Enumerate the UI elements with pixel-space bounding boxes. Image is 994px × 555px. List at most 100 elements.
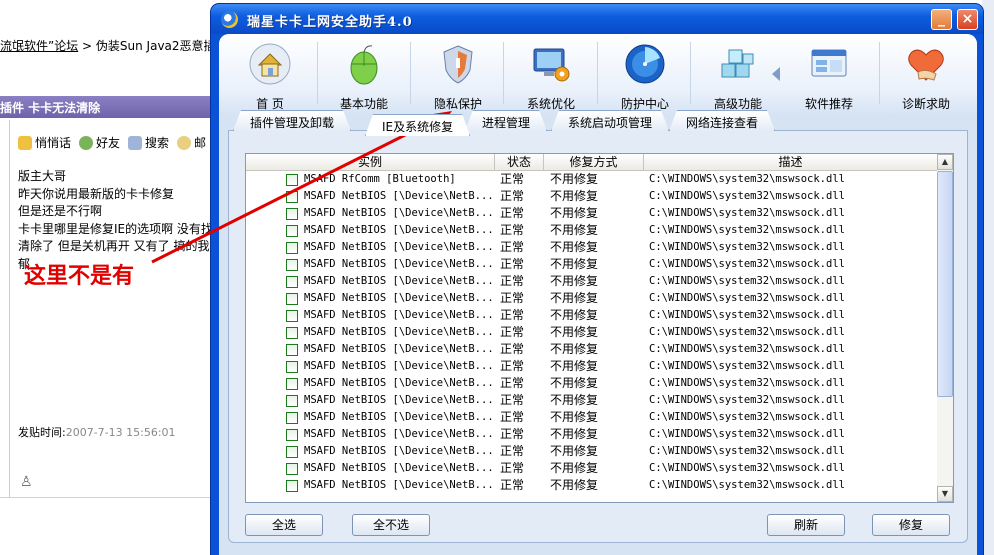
tab-3[interactable]: 系统启动项管理 bbox=[551, 110, 669, 131]
row-checkbox[interactable] bbox=[286, 242, 298, 254]
tab-0[interactable]: 插件管理及卸载 bbox=[233, 110, 351, 131]
mail-action[interactable]: 邮 bbox=[177, 134, 206, 151]
row-instance: MSAFD NetBIOS [\Device\NetB... bbox=[304, 241, 494, 253]
toolbar-label: 隐私保护 bbox=[433, 97, 482, 111]
row-description: C:\WINDOWS\system32\mswsock.dll bbox=[649, 411, 845, 423]
toolbar-scroll-left-icon[interactable] bbox=[772, 67, 780, 81]
scroll-thumb[interactable] bbox=[937, 171, 953, 397]
row-checkbox[interactable] bbox=[286, 191, 298, 203]
column-fix[interactable]: 修复方式 bbox=[544, 154, 644, 171]
heart-hand-icon bbox=[908, 49, 944, 81]
tab-2[interactable]: 进程管理 bbox=[465, 110, 547, 131]
row-instance: MSAFD NetBIOS [\Device\NetB... bbox=[304, 343, 494, 355]
table-row[interactable]: MSAFD NetBIOS [\Device\NetB... 正常 不用修复 C:\W… bbox=[246, 460, 937, 477]
repair-button[interactable]: 修复 bbox=[872, 514, 950, 536]
table-row[interactable]: MSAFD NetBIOS [\Device\NetB... 正常 不用修复 C:\W… bbox=[246, 307, 937, 324]
row-status: 正常 bbox=[500, 393, 525, 407]
row-fix-method: 不用修复 bbox=[550, 376, 599, 390]
select-none-button[interactable]: 全不选 bbox=[352, 514, 430, 536]
whisper-action[interactable]: 悄悄话 bbox=[18, 134, 71, 151]
row-fix-method: 不用修复 bbox=[550, 172, 599, 186]
table-row[interactable]: MSAFD NetBIOS [\Device\NetB... 正常 不用修复 C:\W… bbox=[246, 443, 937, 460]
table-row[interactable]: MSAFD NetBIOS [\Device\NetB... 正常 不用修复 C:\W… bbox=[246, 409, 937, 426]
row-fix-method: 不用修复 bbox=[550, 444, 599, 458]
toolbar-home[interactable]: 首 页 bbox=[227, 40, 313, 112]
tab-4[interactable]: 网络连接查看 bbox=[669, 110, 775, 131]
row-checkbox[interactable] bbox=[286, 174, 298, 186]
vertical-scrollbar[interactable]: ▲ ▼ bbox=[937, 154, 953, 502]
friend-action[interactable]: 好友 bbox=[79, 134, 120, 151]
table-row[interactable]: MSAFD NetBIOS [\Device\NetB... 正常 不用修复 C:\W… bbox=[246, 205, 937, 222]
table-row[interactable]: MSAFD NetBIOS [\Device\NetB... 正常 不用修复 C:\W… bbox=[246, 273, 937, 290]
column-instance[interactable]: 实例 bbox=[246, 154, 495, 171]
search-action[interactable]: 搜索 bbox=[128, 134, 169, 151]
table-row[interactable]: MSAFD NetBIOS [\Device\NetB... 正常 不用修复 C:\W… bbox=[246, 239, 937, 256]
minimize-button[interactable]: _ bbox=[931, 9, 952, 30]
row-checkbox[interactable] bbox=[286, 378, 298, 390]
toolbar-advanced[interactable]: 高级功能 bbox=[695, 40, 781, 112]
row-checkbox[interactable] bbox=[286, 463, 298, 475]
table-row[interactable]: MSAFD NetBIOS [\Device\NetB... 正常 不用修复 C:\W… bbox=[246, 477, 937, 494]
row-checkbox[interactable] bbox=[286, 310, 298, 322]
select-all-button[interactable]: 全选 bbox=[245, 514, 323, 536]
row-checkbox[interactable] bbox=[286, 208, 298, 220]
row-status: 正常 bbox=[500, 427, 525, 441]
table-row[interactable]: MSAFD NetBIOS [\Device\NetB... 正常 不用修复 C:\W… bbox=[246, 375, 937, 392]
row-status: 正常 bbox=[500, 240, 525, 254]
row-status: 正常 bbox=[500, 325, 525, 339]
toolbar-separator bbox=[879, 42, 880, 104]
table-row[interactable]: MSAFD NetBIOS [\Device\NetB... 正常 不用修复 C:\W… bbox=[246, 392, 937, 409]
table-row[interactable]: MSAFD NetBIOS [\Device\NetB... 正常 不用修复 C:\W… bbox=[246, 341, 937, 358]
row-checkbox[interactable] bbox=[286, 259, 298, 271]
row-checkbox[interactable] bbox=[286, 327, 298, 339]
row-checkbox[interactable] bbox=[286, 276, 298, 288]
row-checkbox[interactable] bbox=[286, 344, 298, 356]
close-button[interactable]: × bbox=[957, 9, 978, 30]
monitor-gear-icon bbox=[533, 48, 570, 82]
breadcrumb-link[interactable]: 流氓软件”论坛 bbox=[0, 39, 78, 53]
table-row[interactable]: MSAFD NetBIOS [\Device\NetB... 正常 不用修复 C:\W… bbox=[246, 188, 937, 205]
table-row[interactable]: MSAFD NetBIOS [\Device\NetB... 正常 不用修复 C:\W… bbox=[246, 222, 937, 239]
table-row[interactable]: MSAFD RfComm [Bluetooth] 正常 不用修复 C:\WINDOWS… bbox=[246, 171, 937, 188]
row-status: 正常 bbox=[500, 410, 525, 424]
breadcrumb: 流氓软件”论坛 > 伪装Sun Java2恶意插 bbox=[0, 37, 216, 54]
tab-1[interactable]: IE及系统修复 bbox=[365, 114, 470, 136]
toolbar-help[interactable]: 诊断求助 bbox=[883, 40, 969, 112]
row-description: C:\WINDOWS\system32\mswsock.dll bbox=[649, 394, 845, 406]
table-row[interactable]: MSAFD NetBIOS [\Device\NetB... 正常 不用修复 C:\W… bbox=[246, 358, 937, 375]
refresh-button[interactable]: 刷新 bbox=[767, 514, 845, 536]
column-status[interactable]: 状态 bbox=[495, 154, 544, 171]
row-checkbox[interactable] bbox=[286, 361, 298, 373]
toolbar-basic[interactable]: 基本功能 bbox=[321, 40, 407, 112]
row-instance: MSAFD NetBIOS [\Device\NetB... bbox=[304, 479, 494, 491]
row-checkbox[interactable] bbox=[286, 293, 298, 305]
toolbar-label: 基本功能 bbox=[339, 97, 388, 111]
scroll-down-icon[interactable]: ▼ bbox=[937, 486, 953, 502]
row-fix-method: 不用修复 bbox=[550, 240, 599, 254]
toolbar-label: 高级功能 bbox=[713, 97, 762, 111]
toolbar-separator bbox=[503, 42, 504, 104]
row-checkbox[interactable] bbox=[286, 412, 298, 424]
row-checkbox[interactable] bbox=[286, 395, 298, 407]
table-row[interactable]: MSAFD NetBIOS [\Device\NetB... 正常 不用修复 C:\W… bbox=[246, 290, 937, 307]
toolbar-defense[interactable]: 防护中心 bbox=[602, 40, 688, 112]
title-bar[interactable]: 瑞星卡卡上网安全助手4.0 _ × bbox=[211, 4, 983, 34]
row-description: C:\WINDOWS\system32\mswsock.dll bbox=[649, 343, 845, 355]
toolbar-recommend[interactable]: 软件推荐 bbox=[786, 40, 872, 112]
toolbar-privacy[interactable]: 隐私保护 bbox=[415, 40, 501, 112]
table-row[interactable]: MSAFD NetBIOS [\Device\NetB... 正常 不用修复 C:\W… bbox=[246, 426, 937, 443]
toolbar-optimize[interactable]: 系统优化 bbox=[508, 40, 594, 112]
table-row[interactable]: MSAFD NetBIOS [\Device\NetB... 正常 不用修复 C:\W… bbox=[246, 324, 937, 341]
row-checkbox[interactable] bbox=[286, 429, 298, 441]
row-status: 正常 bbox=[500, 274, 525, 288]
table-row[interactable]: MSAFD NetBIOS [\Device\NetB... 正常 不用修复 C:\W… bbox=[246, 256, 937, 273]
row-checkbox[interactable] bbox=[286, 480, 298, 492]
scroll-up-icon[interactable]: ▲ bbox=[937, 154, 953, 170]
row-checkbox[interactable] bbox=[286, 225, 298, 237]
row-checkbox[interactable] bbox=[286, 446, 298, 458]
row-description: C:\WINDOWS\system32\mswsock.dll bbox=[649, 258, 845, 270]
toolbar-separator bbox=[597, 42, 598, 104]
toolbar-separator bbox=[317, 42, 318, 104]
column-description[interactable]: 描述 bbox=[644, 154, 937, 171]
row-description: C:\WINDOWS\system32\mswsock.dll bbox=[649, 309, 845, 321]
